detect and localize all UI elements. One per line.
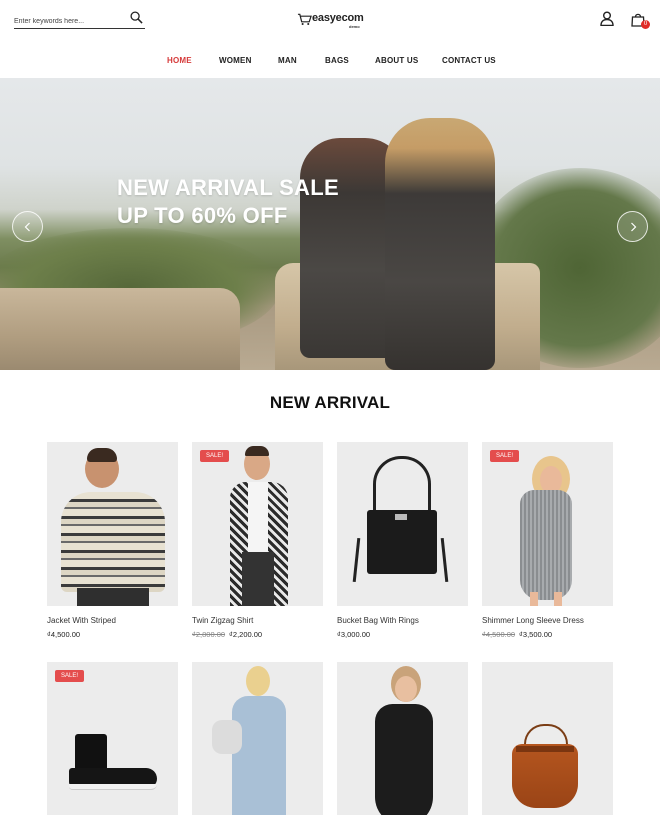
product-card[interactable] (192, 662, 323, 815)
product-current-price: ₫2,200.00 (229, 630, 263, 639)
product-name[interactable]: Shimmer Long Sleeve Dress (482, 616, 584, 625)
product-price: ₫3,000.00 (337, 630, 370, 639)
main-navigation: HOME WOMEN MAN BAGS ABOUT US CONTACT US (0, 52, 660, 70)
product-image[interactable] (192, 662, 323, 815)
product-old-price: ₫4,500.00 (482, 630, 516, 639)
product-image[interactable] (482, 662, 613, 815)
product-price: ₫4,500.00 ₫3,500.00 (482, 630, 552, 639)
product-name[interactable]: Twin Zigzag Shirt (192, 616, 253, 625)
product-price: ₫4,500.00 (47, 630, 80, 639)
search-icon[interactable] (130, 11, 143, 24)
nav-item-man[interactable]: MAN (278, 56, 297, 65)
search-input[interactable] (14, 13, 124, 30)
hero-banner[interactable]: NEW ARRIVAL SALE UP TO 60% OFF (0, 78, 660, 370)
product-price: ₫2,800.00 ₫2,200.00 (192, 630, 262, 639)
logo-text: easyecom (312, 12, 364, 24)
product-card[interactable]: SALE! (47, 662, 178, 815)
product-image[interactable] (337, 442, 468, 606)
nav-item-bags[interactable]: BAGS (325, 56, 349, 65)
product-image[interactable]: SALE! (47, 662, 178, 815)
hero-next-button[interactable] (617, 211, 648, 242)
product-name[interactable]: Bucket Bag With Rings (337, 616, 419, 625)
product-image[interactable] (337, 662, 468, 815)
product-card[interactable]: Bucket Bag With Rings ₫3,000.00 (337, 442, 468, 639)
cart-count-badge: 0 (641, 20, 650, 29)
nav-item-about-us[interactable]: ABOUT US (375, 56, 418, 65)
hero-prev-button[interactable] (12, 211, 43, 242)
sale-badge: SALE! (490, 450, 520, 462)
chevron-right-icon (631, 222, 637, 232)
product-card[interactable]: SALE! Shimmer Long Sleeve Dress ₫4,500.0… (482, 442, 613, 639)
search-box (14, 10, 145, 30)
nav-item-home[interactable]: HOME (167, 56, 192, 65)
cart-logo-icon (297, 13, 312, 25)
header: easyecom demo 0 (0, 0, 660, 40)
product-card[interactable] (482, 662, 613, 815)
product-current-price: ₫4,500.00 (47, 630, 81, 639)
product-card[interactable]: SALE! Twin Zigzag Shirt ₫2,800.00 ₫2,200.… (192, 442, 323, 639)
sale-badge: SALE! (200, 450, 230, 462)
product-image[interactable]: SALE! (482, 442, 613, 606)
chevron-left-icon (24, 222, 30, 232)
hero-model-right (385, 118, 495, 370)
hero-headline: NEW ARRIVAL SALE UP TO 60% OFF (117, 174, 339, 230)
product-card[interactable] (337, 662, 468, 815)
logo-subtext: demo (349, 24, 360, 29)
product-name[interactable]: Jacket With Striped (47, 616, 116, 625)
product-image[interactable] (47, 442, 178, 606)
sale-badge: SALE! (55, 670, 85, 682)
site-logo[interactable]: easyecom demo (297, 12, 364, 30)
hero-headline-line2: UP TO 60% OFF (117, 203, 288, 228)
product-old-price: ₫2,800.00 (192, 630, 226, 639)
product-current-price: ₫3,500.00 (519, 630, 553, 639)
user-icon[interactable] (600, 11, 614, 26)
nav-item-women[interactable]: WOMEN (219, 56, 252, 65)
product-image[interactable]: SALE! (192, 442, 323, 606)
section-title: NEW ARRIVAL (269, 393, 391, 412)
hero-rock-left (0, 288, 240, 370)
nav-item-contact-us[interactable]: CONTACT US (442, 56, 496, 65)
hero-headline-line1: NEW ARRIVAL SALE (117, 175, 339, 200)
product-card[interactable]: Jacket With Striped ₫4,500.00 (47, 442, 178, 639)
product-current-price: ₫3,000.00 (337, 630, 371, 639)
